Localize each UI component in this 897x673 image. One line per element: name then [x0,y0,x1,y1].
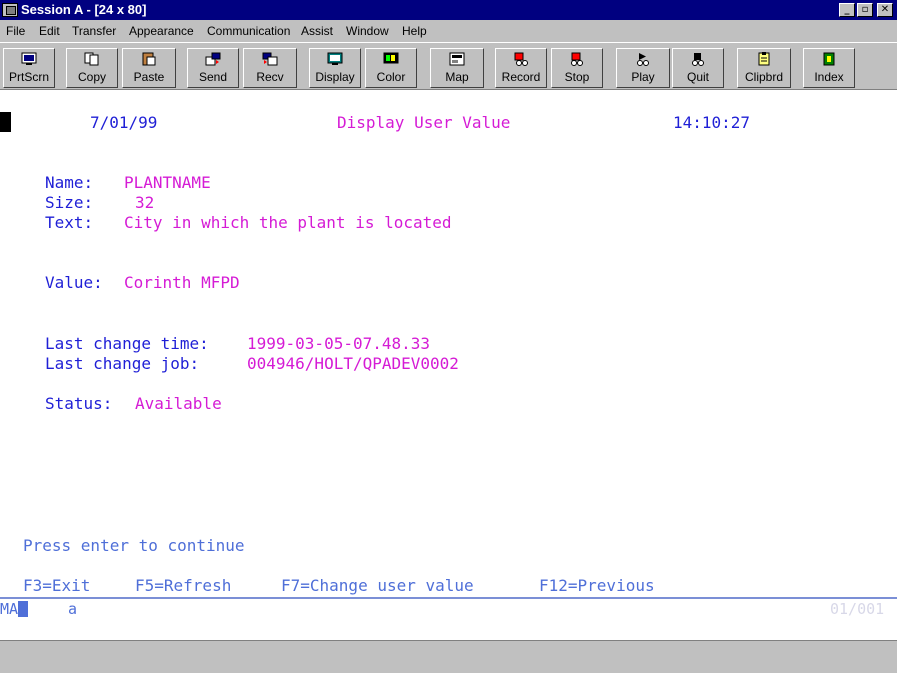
text-label: Text: [45,213,94,232]
oia-divider [0,597,897,599]
screen-title: Display User Value [337,113,511,132]
display-icon [327,52,343,65]
continue-prompt: Press enter to continue [23,536,245,555]
f12-previous-key[interactable]: F12=Previous [539,576,655,596]
send-label: Send [198,70,228,84]
menu-assist[interactable]: Assist [301,24,333,38]
oia-indicator: MA [0,600,29,618]
value-value: Corinth MFPD [124,273,240,292]
f5-refresh-key[interactable]: F5=Refresh [135,576,231,596]
menu-appearance[interactable]: Appearance [129,24,194,38]
block-cursor [0,112,11,132]
menu-bar: File Edit Transfer Appearance Communicat… [0,20,897,42]
color-button[interactable]: Color [365,48,417,88]
play-label: Play [631,70,655,84]
text-value: City in which the plant is located [124,213,452,232]
map-icon [449,52,465,66]
last-change-time-label: Last change time: [45,334,209,353]
f3-exit-key[interactable]: F3=Exit [23,576,90,596]
menu-window[interactable]: Window [346,24,389,38]
menu-communication[interactable]: Communication [207,24,290,38]
size-value: 32 [135,193,155,212]
receive-icon [262,52,278,66]
paste-button[interactable]: Paste [122,48,176,88]
minimize-button[interactable]: _ [839,3,855,17]
menu-file[interactable]: File [6,24,25,38]
map-label: Map [445,70,469,84]
map-button[interactable]: Map [430,48,484,88]
last-change-job-label: Last change job: [45,354,200,373]
copy-label: Copy [77,70,106,84]
oia-cursor-position: 01/001 [830,600,885,618]
record-label: Record [501,70,541,84]
display-button[interactable]: Display [309,48,361,88]
quit-icon [692,53,704,66]
oia-mode: a [68,600,78,618]
last-change-job-value: 004946/HOLT/QPADEV0002 [247,354,459,373]
record-icon [514,52,528,66]
size-label: Size: [45,193,94,212]
name-value: PLANTNAME [124,173,211,192]
stop-icon [571,52,583,66]
oia-indicator-text: MA [0,600,19,618]
window-title: Session A - [24 x 80] [21,2,147,17]
index-icon [823,52,835,66]
display-label: Display [315,70,355,84]
title-bar: Session A - [24 x 80] _ ▫ ✕ [0,0,897,20]
status-label: Status: [45,394,113,413]
terminal-screen[interactable]: 7/01/99 Display User Value 14:10:27 Name… [0,90,897,640]
prtscrn-button[interactable]: PrtScrn [3,48,55,88]
app-icon[interactable] [2,3,18,17]
send-icon [205,52,221,66]
f7-change-key[interactable]: F7=Change user value [281,576,474,596]
status-value: Available [135,394,222,413]
play-icon [637,53,649,66]
record-button[interactable]: Record [495,48,547,88]
color-icon [383,52,399,64]
clipbrd-label: Clipbrd [744,70,783,84]
recv-button[interactable]: Recv [243,48,297,88]
menu-transfer[interactable]: Transfer [72,24,116,38]
screen-date: 7/01/99 [90,113,158,132]
color-label: Color [376,70,406,84]
prtscrn-label: PrtScrn [8,70,49,84]
paste-label: Paste [133,70,165,84]
stop-button[interactable]: Stop [551,48,603,88]
menu-edit[interactable]: Edit [39,24,60,38]
index-button[interactable]: Index [803,48,855,88]
clipbrd-button[interactable]: Clipbrd [737,48,791,88]
paste-icon [142,52,156,66]
copy-icon [84,52,99,66]
play-button[interactable]: Play [616,48,670,88]
oia-cursor [18,601,29,617]
quit-label: Quit [686,70,709,84]
menu-help[interactable]: Help [402,24,427,38]
print-screen-icon [21,52,37,65]
index-label: Index [814,70,844,84]
clipboard-icon [758,52,770,66]
name-label: Name: [45,173,94,192]
toolbar: PrtScrn Copy Paste Send Recv Display Col… [0,42,897,90]
stop-label: Stop [564,70,590,84]
send-button[interactable]: Send [187,48,239,88]
bottom-strip [0,640,897,673]
last-change-time-value: 1999-03-05-07.48.33 [247,334,431,353]
recv-label: Recv [256,70,284,84]
value-label: Value: [45,273,103,292]
screen-time: 14:10:27 [673,113,751,132]
quit-button[interactable]: Quit [672,48,724,88]
copy-button[interactable]: Copy [66,48,118,88]
maximize-button[interactable]: ▫ [857,3,873,17]
close-button[interactable]: ✕ [877,3,893,17]
